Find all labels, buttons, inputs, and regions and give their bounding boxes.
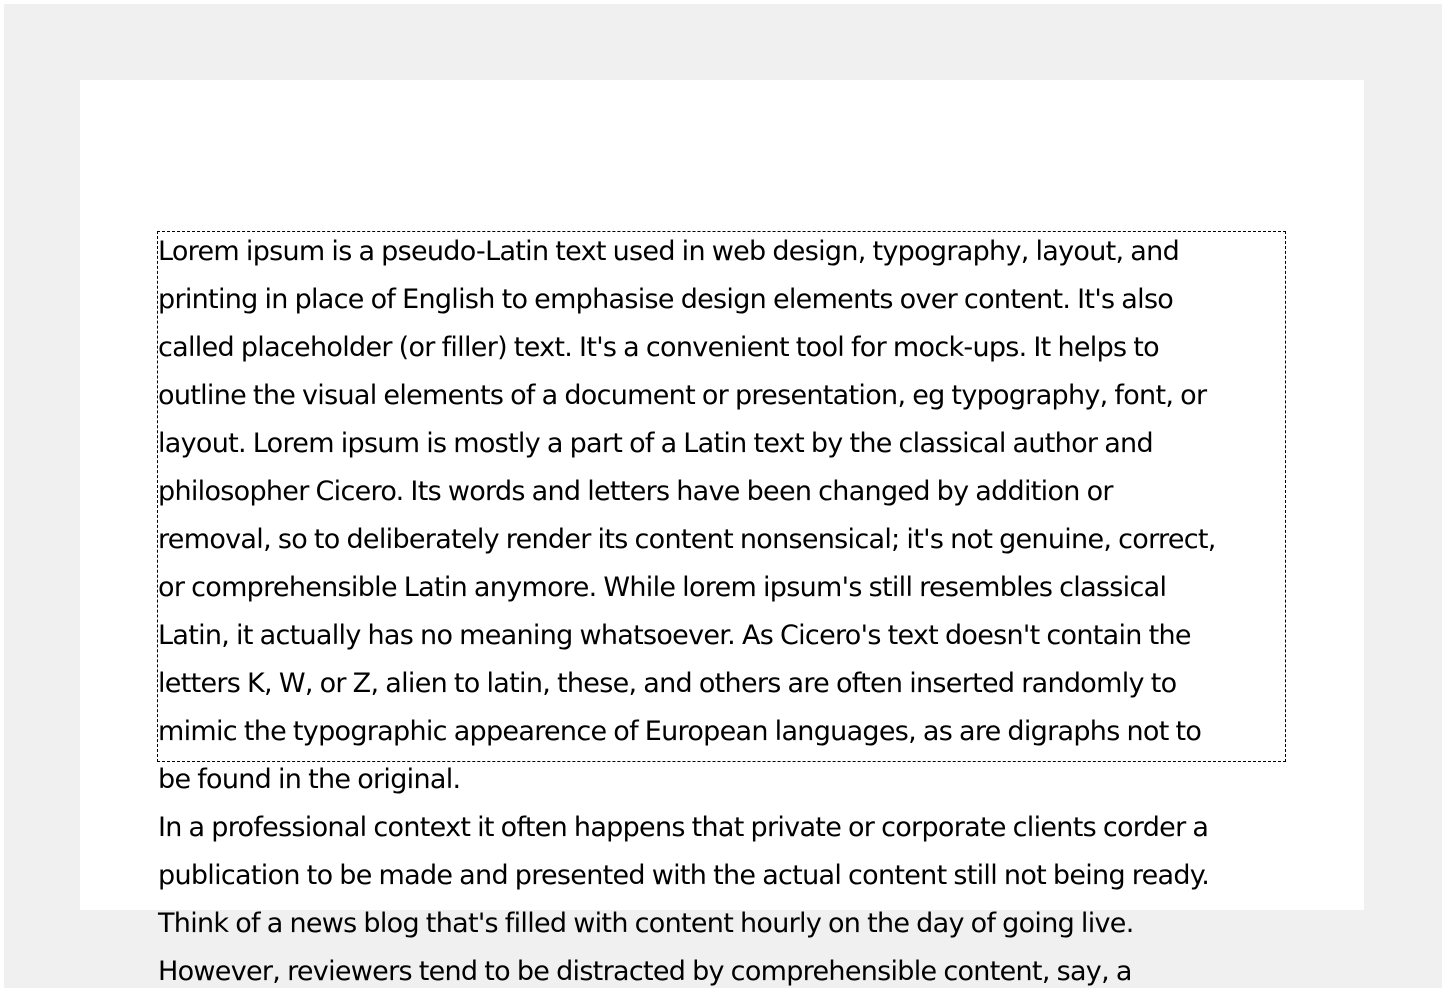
text-line: In a professional context it often happe… xyxy=(158,812,1209,843)
text-line: mimic the typographic appearence of Euro… xyxy=(158,716,1202,747)
text-line: outline the visual elements of a documen… xyxy=(158,380,1207,411)
text-line: Lorem ipsum is a pseudo-Latin text used … xyxy=(158,236,1180,267)
text-line: printing in place of English to emphasis… xyxy=(158,284,1174,315)
text-line: Think of a news blog that's filled with … xyxy=(158,908,1134,939)
text-line: removal, so to deliberately render its c… xyxy=(158,524,1216,555)
text-line: publication to be made and presented wit… xyxy=(158,860,1210,891)
text-line: or comprehensible Latin anymore. While l… xyxy=(158,572,1167,603)
text-body[interactable]: Lorem ipsum is a pseudo-Latin text used … xyxy=(158,228,1288,988)
text-line: philosopher Cicero. Its words and letter… xyxy=(158,476,1113,507)
text-line: be found in the original. xyxy=(158,764,461,795)
text-line: layout. Lorem ipsum is mostly a part of … xyxy=(158,428,1154,459)
text-line: However, reviewers tend to be distracted… xyxy=(158,956,1132,987)
paragraph-1: Lorem ipsum is a pseudo-Latin text used … xyxy=(158,228,1288,804)
text-line: Latin, it actually has no meaning whatso… xyxy=(158,620,1192,651)
text-line: letters K, W, or Z, alien to latin, thes… xyxy=(158,668,1177,699)
text-line: called placeholder (or filler) text. It'… xyxy=(158,332,1160,363)
paragraph-2: In a professional context it often happe… xyxy=(158,804,1288,988)
document-viewport[interactable]: Lorem ipsum is a pseudo-Latin text used … xyxy=(4,4,1442,988)
